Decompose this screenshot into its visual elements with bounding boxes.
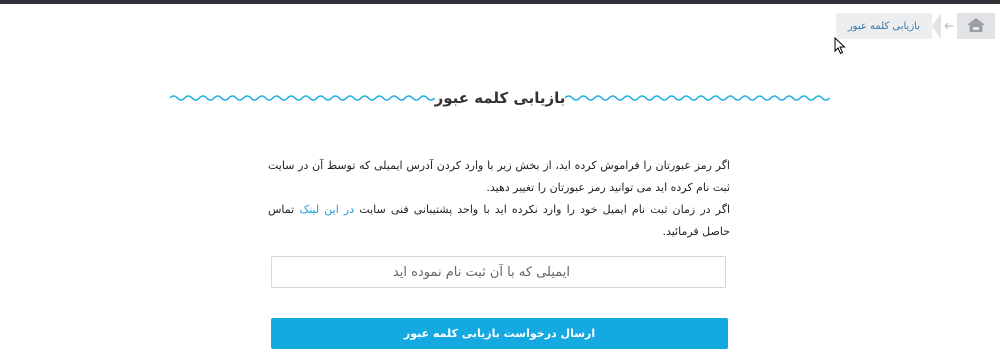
breadcrumb-arrow <box>932 13 941 39</box>
support-link[interactable]: در این لینک <box>299 203 354 216</box>
breadcrumb: بازیابی کلمه عبور <box>835 13 995 39</box>
page-title: بازیابی کلمه عبور <box>434 89 566 107</box>
email-placeholder: ایمیلی که با آن ثبت نام نموده اید <box>392 264 570 280</box>
description: اگر رمز عبورتان را فراموش کرده اید، از ب… <box>268 155 730 243</box>
description-line-2: اگر در زمان ثبت نام ایمیل خود را وارد نک… <box>268 199 730 243</box>
email-field[interactable]: ایمیلی که با آن ثبت نام نموده اید <box>271 256 726 288</box>
left-wave-decoration <box>170 95 435 101</box>
description-line-2-text: اگر در زمان ثبت نام ایمیل خود را وارد نک… <box>354 203 731 216</box>
breadcrumb-home[interactable] <box>957 13 995 39</box>
title-row: بازیابی کلمه عبور <box>170 83 830 113</box>
description-line-1: اگر رمز عبورتان را فراموش کرده اید، از ب… <box>268 159 730 194</box>
submit-recovery-button[interactable]: ارسال درخواست بازیابی کلمه عبور <box>271 318 728 349</box>
home-icon <box>967 17 985 36</box>
right-wave-decoration <box>565 95 830 101</box>
mouse-cursor-icon <box>834 36 846 59</box>
breadcrumb-separator <box>941 13 957 39</box>
breadcrumb-current[interactable]: بازیابی کلمه عبور <box>835 13 932 39</box>
top-bar <box>0 0 1000 4</box>
